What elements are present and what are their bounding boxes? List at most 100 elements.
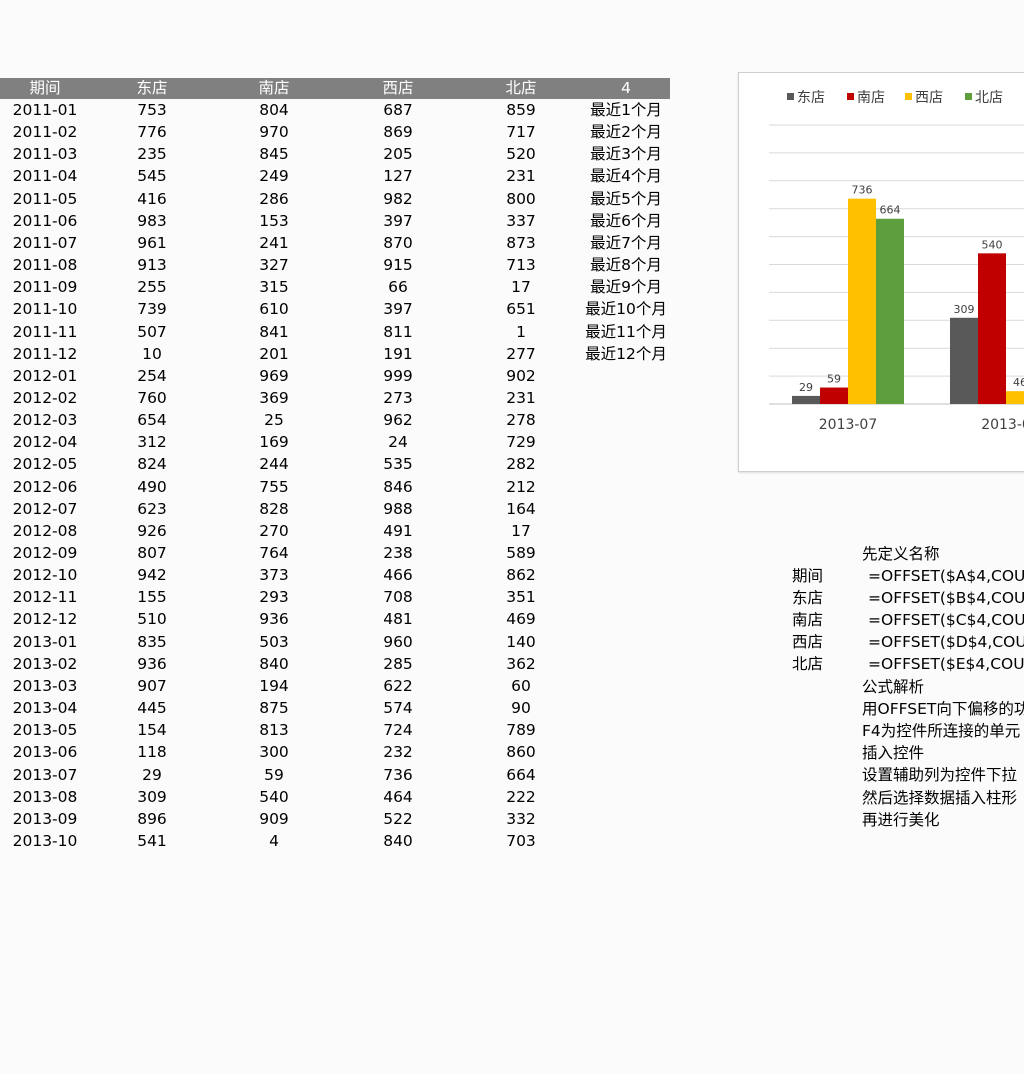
table-cell[interactable]: 545 (107, 165, 197, 187)
table-cell[interactable]: 804 (219, 99, 329, 121)
table-cell[interactable]: 369 (219, 387, 329, 409)
helper-cell[interactable]: 最近7个月 (576, 232, 676, 254)
table-cell[interactable]: 736 (343, 764, 453, 786)
table-cell[interactable]: 153 (219, 210, 329, 232)
table-cell[interactable]: 222 (476, 786, 566, 808)
helper-cell[interactable]: 最近10个月 (576, 298, 676, 320)
table-cell[interactable]: 2013-01 (0, 631, 90, 653)
table-cell[interactable]: 813 (219, 719, 329, 741)
table-cell[interactable]: 875 (219, 697, 329, 719)
table-cell[interactable]: 255 (107, 276, 197, 298)
table-cell[interactable]: 285 (343, 653, 453, 675)
table-cell[interactable]: 4 (219, 830, 329, 852)
table-cell[interactable]: 522 (343, 808, 453, 830)
table-cell[interactable]: 2011-08 (0, 254, 90, 276)
table-cell[interactable]: 2012-02 (0, 387, 90, 409)
table-cell[interactable]: 2013-05 (0, 719, 90, 741)
table-cell[interactable]: 776 (107, 121, 197, 143)
table-cell[interactable]: 909 (219, 808, 329, 830)
helper-cell[interactable]: 最近2个月 (576, 121, 676, 143)
table-cell[interactable]: 840 (219, 653, 329, 675)
table-cell[interactable]: 466 (343, 564, 453, 586)
table-cell[interactable]: 828 (219, 498, 329, 520)
table-cell[interactable]: 416 (107, 188, 197, 210)
table-cell[interactable]: 90 (476, 697, 566, 719)
table-cell[interactable]: 755 (219, 476, 329, 498)
table-cell[interactable]: 2011-11 (0, 321, 90, 343)
helper-cell[interactable]: 最近4个月 (576, 165, 676, 187)
table-cell[interactable]: 862 (476, 564, 566, 586)
helper-cell[interactable]: 最近5个月 (576, 188, 676, 210)
table-cell[interactable]: 164 (476, 498, 566, 520)
table-cell[interactable]: 155 (107, 586, 197, 608)
table-cell[interactable]: 282 (476, 453, 566, 475)
table-cell[interactable]: 2013-02 (0, 653, 90, 675)
table-cell[interactable]: 140 (476, 631, 566, 653)
table-cell[interactable]: 490 (107, 476, 197, 498)
table-cell[interactable]: 896 (107, 808, 197, 830)
table-cell[interactable]: 254 (107, 365, 197, 387)
table-cell[interactable]: 2012-04 (0, 431, 90, 453)
table-cell[interactable]: 397 (343, 210, 453, 232)
table-cell[interactable]: 25 (219, 409, 329, 431)
table-cell[interactable]: 651 (476, 298, 566, 320)
table-cell[interactable]: 2012-03 (0, 409, 90, 431)
table-cell[interactable]: 724 (343, 719, 453, 741)
header-selector-value[interactable]: 4 (581, 78, 671, 99)
table-cell[interactable]: 2011-01 (0, 99, 90, 121)
table-cell[interactable]: 312 (107, 431, 197, 453)
table-cell[interactable]: 970 (219, 121, 329, 143)
table-cell[interactable]: 859 (476, 99, 566, 121)
table-cell[interactable]: 807 (107, 542, 197, 564)
table-cell[interactable]: 961 (107, 232, 197, 254)
table-cell[interactable]: 610 (219, 298, 329, 320)
table-cell[interactable]: 118 (107, 741, 197, 763)
table-cell[interactable]: 915 (343, 254, 453, 276)
table-cell[interactable]: 860 (476, 741, 566, 763)
table-cell[interactable]: 59 (219, 764, 329, 786)
table-cell[interactable]: 760 (107, 387, 197, 409)
helper-cell[interactable]: 最近12个月 (576, 343, 676, 365)
table-cell[interactable]: 2012-07 (0, 498, 90, 520)
table-cell[interactable]: 2013-06 (0, 741, 90, 763)
table-cell[interactable]: 309 (107, 786, 197, 808)
table-cell[interactable]: 540 (219, 786, 329, 808)
table-cell[interactable]: 982 (343, 188, 453, 210)
table-cell[interactable]: 870 (343, 232, 453, 254)
table-cell[interactable]: 2012-05 (0, 453, 90, 475)
table-cell[interactable]: 623 (107, 498, 197, 520)
table-cell[interactable]: 999 (343, 365, 453, 387)
table-cell[interactable]: 2011-04 (0, 165, 90, 187)
table-cell[interactable]: 194 (219, 675, 329, 697)
table-cell[interactable]: 835 (107, 631, 197, 653)
table-cell[interactable]: 491 (343, 520, 453, 542)
table-cell[interactable]: 960 (343, 631, 453, 653)
table-cell[interactable]: 169 (219, 431, 329, 453)
table-cell[interactable]: 846 (343, 476, 453, 498)
table-cell[interactable]: 574 (343, 697, 453, 719)
table-cell[interactable]: 535 (343, 453, 453, 475)
table-cell[interactable]: 244 (219, 453, 329, 475)
table-cell[interactable]: 232 (343, 741, 453, 763)
table-cell[interactable]: 764 (219, 542, 329, 564)
table-cell[interactable]: 2011-12 (0, 343, 90, 365)
table-cell[interactable]: 926 (107, 520, 197, 542)
bar-chart[interactable]: 东店 南店 西店 北店 29 59 736 664 2013-07 309 540 46 2013-0 (738, 72, 1024, 472)
table-cell[interactable]: 708 (343, 586, 453, 608)
table-cell[interactable]: 2012-01 (0, 365, 90, 387)
table-cell[interactable]: 2011-10 (0, 298, 90, 320)
table-cell[interactable]: 60 (476, 675, 566, 697)
table-cell[interactable]: 703 (476, 830, 566, 852)
table-cell[interactable]: 2011-02 (0, 121, 90, 143)
table-cell[interactable]: 969 (219, 365, 329, 387)
table-cell[interactable]: 869 (343, 121, 453, 143)
table-cell[interactable]: 2012-06 (0, 476, 90, 498)
table-cell[interactable]: 2012-10 (0, 564, 90, 586)
table-cell[interactable]: 840 (343, 830, 453, 852)
table-cell[interactable]: 286 (219, 188, 329, 210)
helper-cell[interactable]: 最近11个月 (576, 321, 676, 343)
table-cell[interactable]: 29 (107, 764, 197, 786)
table-cell[interactable]: 332 (476, 808, 566, 830)
table-cell[interactable]: 362 (476, 653, 566, 675)
helper-cell[interactable]: 最近3个月 (576, 143, 676, 165)
